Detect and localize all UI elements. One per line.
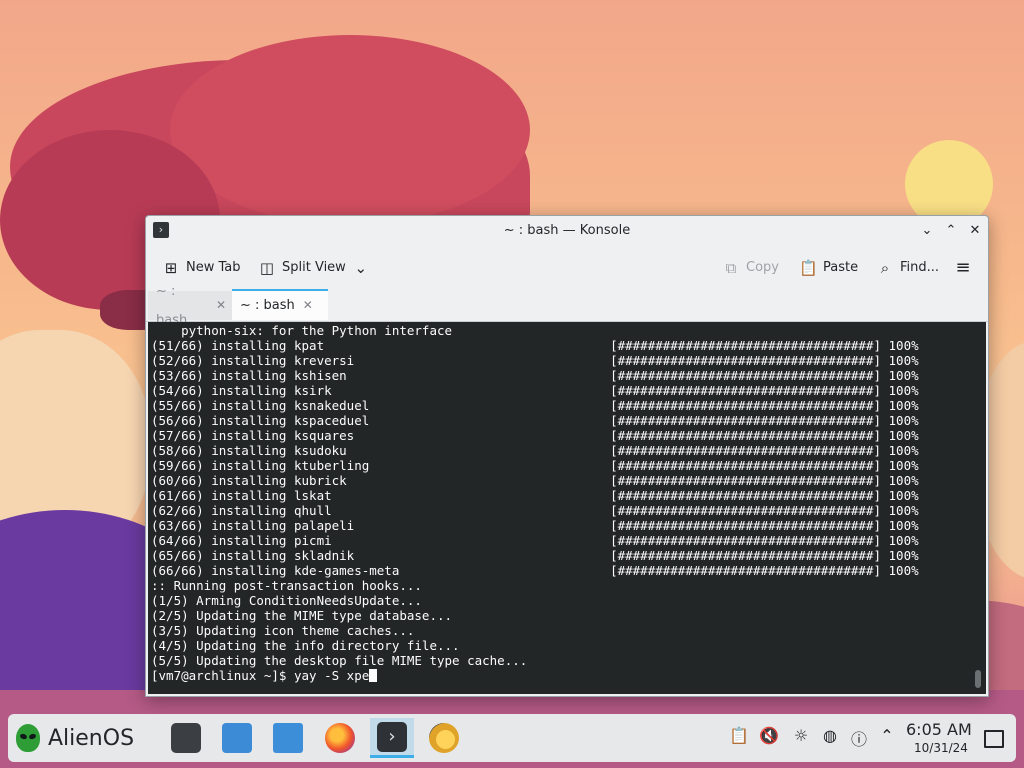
file-manager-icon — [273, 723, 303, 753]
settings-task[interactable] — [164, 718, 208, 758]
clock-date[interactable]: 10/31/24 — [914, 741, 968, 755]
terminal-line: (61/66) installing lskat [##############… — [151, 488, 919, 503]
clipboard-icon[interactable]: 📋 — [728, 726, 750, 745]
paste-button[interactable]: 📋 Paste — [799, 255, 858, 281]
terminal-line: (51/66) installing kpat [###############… — [151, 338, 919, 353]
updater-icon — [429, 723, 459, 753]
terminal-line: (60/66) installing kubrick [############… — [151, 473, 919, 488]
text-cursor — [369, 669, 378, 682]
clock-time[interactable]: 6:05 AM — [906, 720, 972, 739]
terminal-line: (3/5) Updating icon theme caches... — [151, 623, 415, 638]
file-manager-task[interactable] — [266, 718, 310, 758]
app-launcher-button[interactable]: AlienOS — [16, 718, 134, 758]
firefox-task[interactable] — [318, 718, 362, 758]
discover-task[interactable] — [215, 718, 259, 758]
maximize-icon[interactable]: ⌃ — [942, 222, 960, 240]
terminal-line: (59/66) installing ktuberling [#########… — [151, 458, 919, 473]
terminal-line: (63/66) installing palapeli [###########… — [151, 518, 919, 533]
window-title: ~ : bash — Konsole — [503, 223, 631, 238]
chevron-down-icon: ⌄ — [354, 259, 368, 277]
find-button[interactable]: ⌕ Find... — [876, 255, 939, 281]
tab-bar: ~ : bash ✕ ~ : bash ✕ — [146, 284, 988, 328]
close-tab-icon[interactable]: ✕ — [303, 291, 313, 320]
copy-button[interactable]: ⧉ Copy — [722, 255, 779, 281]
terminal-output[interactable]: python-six: for the Python interface (51/… — [148, 322, 986, 694]
tab-bash-1[interactable]: ~ : bash ✕ — [148, 284, 234, 328]
help-icon[interactable]: ⓘ — [848, 726, 870, 750]
terminal-line: (53/66) installing kshisen [############… — [151, 368, 919, 383]
volume-muted-icon[interactable]: 🔇 — [758, 726, 780, 745]
window-titlebar[interactable]: › ~ : bash — Konsole ⌄ ⌃ ✕ — [146, 216, 988, 246]
terminal-line: (64/66) installing picmi [##############… — [151, 533, 919, 548]
firefox-icon — [325, 723, 355, 753]
terminal-line: (58/66) installing ksudoku [############… — [151, 443, 919, 458]
hamburger-menu-icon[interactable]: ≡ — [954, 255, 972, 281]
discover-icon — [222, 723, 252, 753]
terminal-line: (5/5) Updating the desktop file MIME typ… — [151, 653, 528, 668]
terminal-line: :: Running post-transaction hooks... — [151, 578, 422, 593]
konsole-icon: › — [377, 721, 407, 752]
taskbar: AlienOS › 📋 🔇 ☼ ◍ ⓘ ⌃ 6:05 AM 10/31/24 — [8, 714, 1016, 762]
terminal-line: (4/5) Updating the info directory file..… — [151, 638, 460, 653]
terminal-line: (62/66) installing qhull [##############… — [151, 503, 919, 518]
terminal-line: (52/66) installing kreversi [###########… — [151, 353, 919, 368]
terminal-line: (2/5) Updating the MIME type database... — [151, 608, 453, 623]
minimize-icon[interactable]: ⌄ — [918, 222, 936, 240]
terminal-line: (57/66) installing ksquares [###########… — [151, 428, 919, 443]
alien-logo-icon — [16, 724, 40, 752]
show-desktop-icon[interactable] — [984, 730, 1004, 748]
toolbar: ⊞ New Tab ◫ Split View ⌄ ⧉ Copy 📋 Paste … — [146, 248, 988, 288]
close-icon[interactable]: ✕ — [966, 222, 984, 240]
expand-tray-icon[interactable]: ⌃ — [876, 726, 898, 745]
updater-task[interactable] — [422, 718, 466, 758]
copy-icon: ⧉ — [725, 259, 737, 277]
settings-icon — [171, 723, 201, 753]
terminal-line: (55/66) installing ksnakeduel [#########… — [151, 398, 919, 413]
konsole-window: › ~ : bash — Konsole ⌄ ⌃ ✕ ⊞ New Tab ◫ S… — [145, 215, 989, 697]
terminal-line: (1/5) Arming ConditionNeedsUpdate... — [151, 593, 422, 608]
tab-bash-2[interactable]: ~ : bash ✕ — [232, 289, 328, 320]
konsole-task[interactable]: › — [370, 718, 414, 758]
split-view-icon: ◫ — [259, 259, 275, 277]
terminal-line: (66/66) installing kde-games-meta [#####… — [151, 563, 919, 578]
terminal-prompt[interactable]: [vm7@archlinux ~]$ yay -S xpe — [151, 668, 919, 683]
terminal-line: (54/66) installing ksirk [##############… — [151, 383, 919, 398]
terminal-line: (56/66) installing kspaceduel [#########… — [151, 413, 919, 428]
split-view-button[interactable]: ◫ Split View ⌄ — [258, 255, 370, 281]
brightness-icon[interactable]: ☼ — [790, 726, 812, 745]
paste-icon: 📋 — [799, 259, 818, 277]
terminal-line: (65/66) installing skladnik [###########… — [151, 548, 919, 563]
terminal-line: python-six: for the Python interface — [151, 323, 453, 338]
scrollbar-handle[interactable] — [975, 670, 981, 688]
search-icon: ⌕ — [880, 259, 890, 277]
network-icon[interactable]: ◍ — [819, 726, 841, 745]
close-tab-icon[interactable]: ✕ — [216, 291, 226, 320]
